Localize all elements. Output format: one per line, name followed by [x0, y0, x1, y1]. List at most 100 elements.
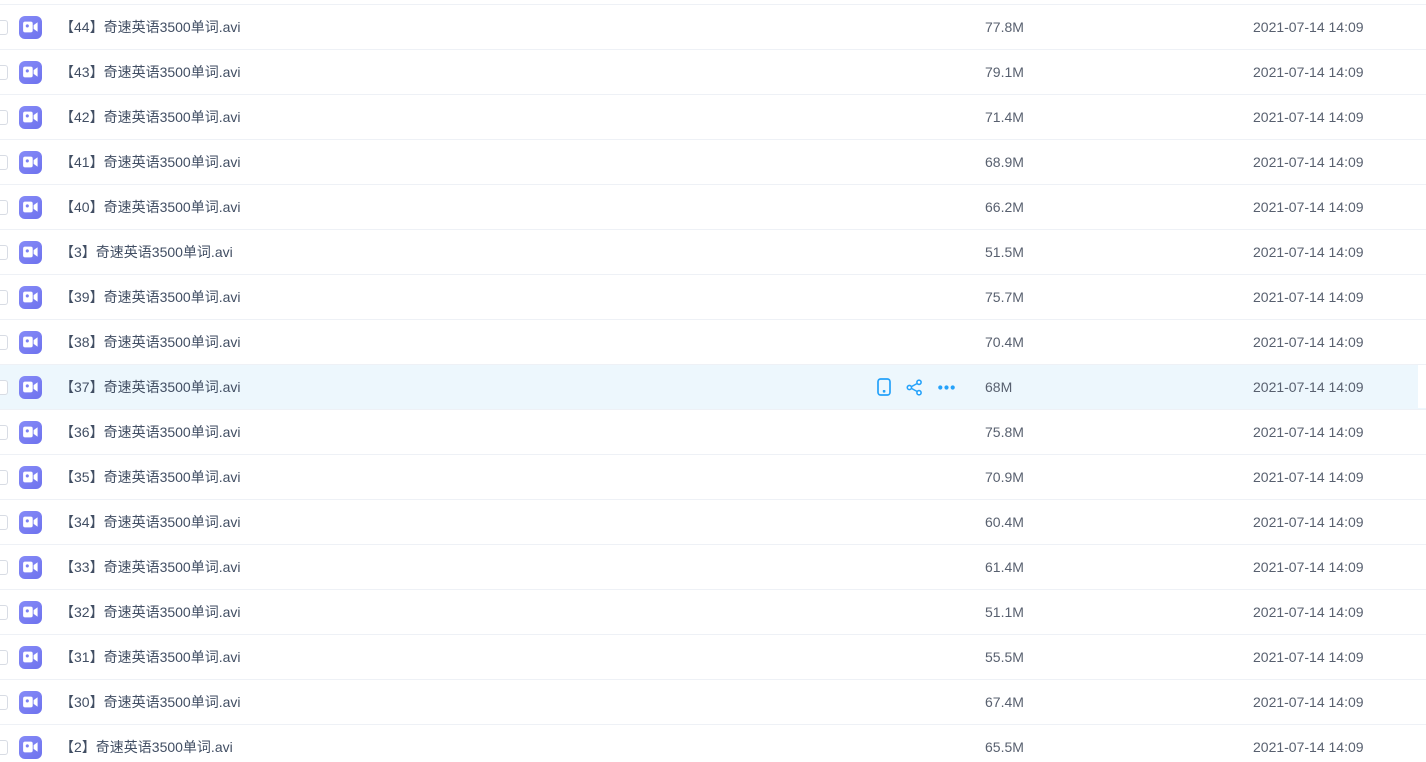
video-file-icon [19, 601, 42, 624]
file-row[interactable]: 【36】奇速英语3500单词.avi [0, 410, 1426, 455]
file-name[interactable]: 【33】奇速英语3500单词.avi [60, 557, 877, 577]
file-size: 77.8M [985, 19, 1253, 35]
send-to-device-button[interactable] [877, 378, 891, 396]
file-name[interactable]: 【44】奇速英语3500单词.avi [60, 17, 877, 37]
video-file-icon [19, 421, 42, 444]
video-camera-icon [23, 291, 38, 303]
file-name[interactable]: 【31】奇速英语3500单词.avi [60, 647, 877, 667]
row-checkbox[interactable] [0, 245, 8, 260]
video-file-icon [19, 466, 42, 489]
file-name[interactable]: 【40】奇速英语3500单词.avi [60, 197, 877, 217]
file-name[interactable]: 【3】奇速英语3500单词.avi [60, 242, 877, 262]
file-row[interactable]: 【42】奇速英语3500单词.avi [0, 95, 1426, 140]
row-checkbox[interactable] [0, 425, 8, 440]
file-size: 55.5M [985, 649, 1253, 665]
video-camera-icon [23, 111, 38, 123]
file-size: 60.4M [985, 514, 1253, 530]
video-camera-icon [23, 741, 38, 753]
row-hover-actions [877, 378, 955, 396]
file-row[interactable]: 【34】奇速英语3500单词.avi [0, 500, 1426, 545]
video-camera-icon [23, 21, 38, 33]
ellipsis-icon [938, 385, 955, 390]
video-camera-icon [23, 561, 38, 573]
video-camera-icon [23, 606, 38, 618]
file-date: 2021-07-14 14:09 [1253, 289, 1426, 305]
video-camera-icon [23, 156, 38, 168]
row-checkbox[interactable] [0, 110, 8, 125]
file-date: 2021-07-14 14:09 [1253, 514, 1426, 530]
file-name[interactable]: 【2】奇速英语3500单词.avi [60, 737, 877, 757]
video-camera-icon [23, 246, 38, 258]
file-name[interactable]: 【38】奇速英语3500单词.avi [60, 332, 877, 352]
file-name[interactable]: 【39】奇速英语3500单词.avi [60, 287, 877, 307]
file-size: 61.4M [985, 559, 1253, 575]
row-checkbox[interactable] [0, 470, 8, 485]
video-file-icon [19, 286, 42, 309]
file-size: 68.9M [985, 154, 1253, 170]
file-row[interactable]: 【2】奇速英语3500单词.avi [0, 725, 1426, 762]
video-camera-icon [23, 516, 38, 528]
file-rows-container: 【44】奇速英语3500单词.avi [0, 5, 1426, 762]
file-row[interactable]: 【37】奇速英语3500单词.avi [0, 365, 1426, 410]
row-checkbox[interactable] [0, 695, 8, 710]
file-row[interactable]: 【38】奇速英语3500单词.avi [0, 320, 1426, 365]
row-checkbox[interactable] [0, 380, 8, 395]
video-file-icon [19, 196, 42, 219]
file-row[interactable]: 【44】奇速英语3500单词.avi [0, 5, 1426, 50]
file-row[interactable]: 【32】奇速英语3500单词.avi [0, 590, 1426, 635]
file-name[interactable]: 【32】奇速英语3500单词.avi [60, 602, 877, 622]
file-size: 71.4M [985, 109, 1253, 125]
file-name[interactable]: 【30】奇速英语3500单词.avi [60, 692, 877, 712]
video-camera-icon [23, 426, 38, 438]
row-checkbox[interactable] [0, 20, 8, 35]
file-name[interactable]: 【43】奇速英语3500单词.avi [60, 62, 877, 82]
row-checkbox[interactable] [0, 155, 8, 170]
file-date: 2021-07-14 14:09 [1253, 559, 1426, 575]
file-size: 75.7M [985, 289, 1253, 305]
file-name[interactable]: 【37】奇速英语3500单词.avi [60, 377, 877, 397]
file-row[interactable]: 【3】奇速英语3500单词.avi [0, 230, 1426, 275]
video-file-icon [19, 331, 42, 354]
row-checkbox[interactable] [0, 560, 8, 575]
file-row[interactable]: 【35】奇速英语3500单词.avi [0, 455, 1426, 500]
file-row[interactable]: 【31】奇速英语3500单词.avi [0, 635, 1426, 680]
file-size: 70.9M [985, 469, 1253, 485]
row-checkbox[interactable] [0, 290, 8, 305]
row-checkbox[interactable] [0, 200, 8, 215]
video-file-icon [19, 106, 42, 129]
file-name[interactable]: 【42】奇速英语3500单词.avi [60, 107, 877, 127]
file-size: 75.8M [985, 424, 1253, 440]
file-size: 65.5M [985, 739, 1253, 755]
file-name[interactable]: 【36】奇速英语3500单词.avi [60, 422, 877, 442]
file-date: 2021-07-14 14:09 [1253, 19, 1426, 35]
video-camera-icon [23, 336, 38, 348]
file-name[interactable]: 【35】奇速英语3500单词.avi [60, 467, 877, 487]
row-checkbox[interactable] [0, 605, 8, 620]
file-row[interactable]: 【40】奇速英语3500单词.avi [0, 185, 1426, 230]
row-checkbox[interactable] [0, 335, 8, 350]
file-name[interactable]: 【41】奇速英语3500单词.avi [60, 152, 877, 172]
video-file-icon [19, 376, 42, 399]
more-actions-button[interactable] [938, 385, 955, 390]
file-row[interactable]: 【30】奇速英语3500单词.avi [0, 680, 1426, 725]
file-row[interactable]: 【41】奇速英语3500单词.avi [0, 140, 1426, 185]
row-checkbox[interactable] [0, 515, 8, 530]
file-size: 51.5M [985, 244, 1253, 260]
file-name[interactable]: 【34】奇速英语3500单词.avi [60, 512, 877, 532]
file-row[interactable]: 【43】奇速英语3500单词.avi [0, 50, 1426, 95]
video-camera-icon [23, 471, 38, 483]
row-checkbox[interactable] [0, 650, 8, 665]
file-row[interactable]: 【39】奇速英语3500单词.avi [0, 275, 1426, 320]
row-checkbox[interactable] [0, 740, 8, 755]
file-date: 2021-07-14 14:09 [1253, 109, 1426, 125]
file-date: 2021-07-14 14:09 [1253, 424, 1426, 440]
video-camera-icon [23, 66, 38, 78]
row-checkbox[interactable] [0, 65, 8, 80]
share-icon [906, 379, 923, 396]
file-date: 2021-07-14 14:09 [1253, 469, 1426, 485]
share-button[interactable] [906, 379, 923, 396]
file-date: 2021-07-14 14:09 [1253, 649, 1426, 665]
file-size: 79.1M [985, 64, 1253, 80]
video-file-icon [19, 511, 42, 534]
file-row[interactable]: 【33】奇速英语3500单词.avi [0, 545, 1426, 590]
